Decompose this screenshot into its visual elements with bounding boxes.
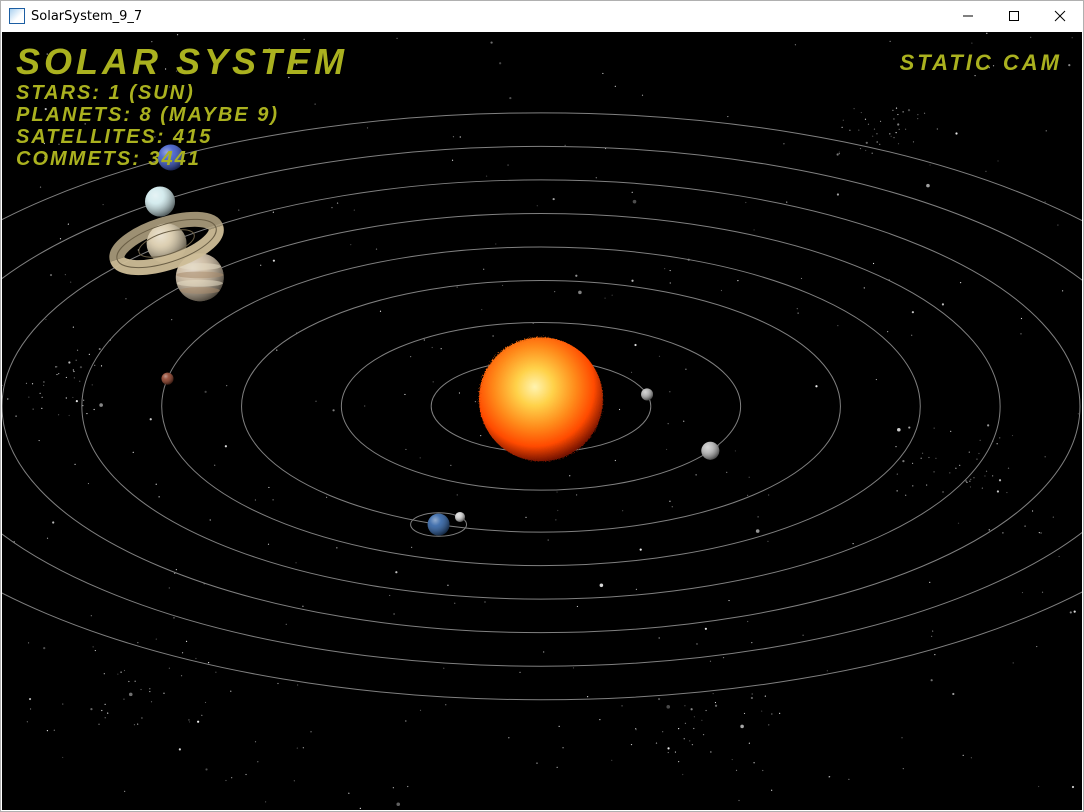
close-button[interactable] — [1037, 1, 1083, 31]
hud-title: SOLAR SYSTEM — [16, 42, 348, 82]
window-title: SolarSystem_9_7 — [31, 9, 142, 24]
planet-uranus — [145, 187, 175, 217]
window-controls — [945, 1, 1083, 31]
minimize-icon — [962, 10, 974, 22]
hud-panel: SOLAR SYSTEM STARS: 1 (SUN) PLANETS: 8 (… — [16, 42, 348, 170]
app-window: SolarSystem_9_7 — [0, 0, 1084, 812]
app-icon — [9, 8, 25, 24]
hud-satellites-line: SATELLITES: 415 — [16, 126, 348, 148]
close-icon — [1054, 10, 1066, 22]
hud-commets-line: COMMETS: 3441 — [16, 148, 348, 170]
planet-mercury — [641, 388, 653, 400]
planet-venus — [701, 442, 719, 460]
titlebar[interactable]: SolarSystem_9_7 — [1, 1, 1083, 31]
hud-planets-line: PLANETS: 8 (MAYBE 9) — [16, 104, 348, 126]
planet-moon — [455, 512, 465, 522]
hud-stars-line: STARS: 1 (SUN) — [16, 82, 348, 104]
sun — [479, 337, 603, 461]
maximize-icon — [1008, 10, 1020, 22]
planet-earth — [428, 514, 450, 536]
maximize-button[interactable] — [991, 1, 1037, 31]
viewport[interactable]: SOLAR SYSTEM STARS: 1 (SUN) PLANETS: 8 (… — [2, 32, 1082, 810]
camera-mode-label: STATIC CAM — [900, 50, 1062, 76]
minimize-button[interactable] — [945, 1, 991, 31]
planet-mars — [161, 373, 173, 385]
